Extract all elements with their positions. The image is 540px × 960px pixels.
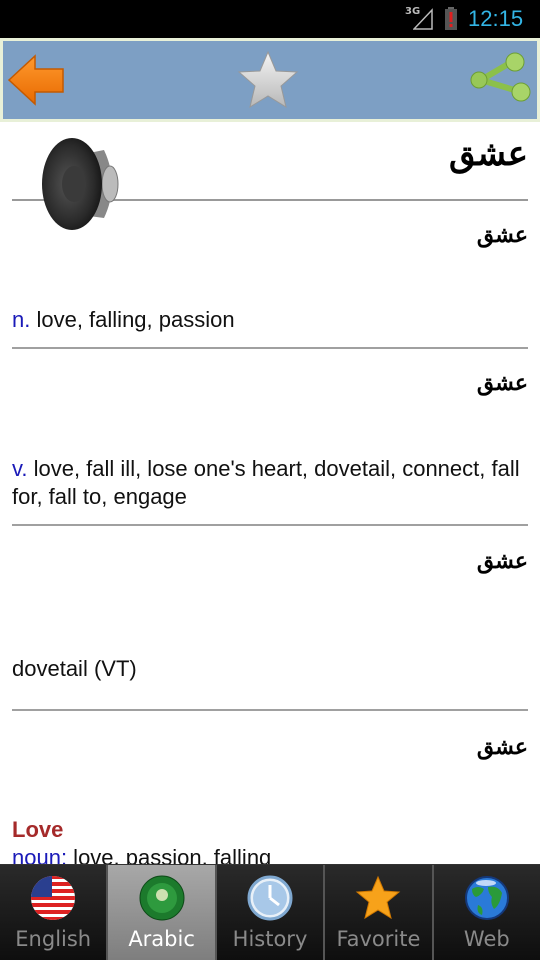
tab-label: Favorite [336, 927, 421, 951]
tab-web[interactable]: Web [433, 865, 540, 960]
definition-text: love, falling, passion [30, 307, 235, 332]
clock-time: 12:15 [468, 6, 524, 31]
toolbar [0, 38, 540, 122]
tab-label: Web [463, 927, 510, 951]
entry-2: عشق v. love, fall ill, lose one's heart,… [12, 370, 528, 530]
definition-text: love, passion, falling [67, 845, 272, 864]
status-bar: 3G 12:15 [0, 0, 540, 38]
part-of-speech: n. [12, 307, 31, 332]
tab-label: English [15, 927, 92, 951]
speaker-icon [42, 138, 119, 230]
tab-english[interactable]: English [0, 865, 109, 960]
us-flag-icon [31, 876, 76, 920]
entry-3: عشق dovetail (VT) [12, 548, 528, 718]
entry-arabic: عشق [476, 370, 528, 396]
entry-definition: dovetail (VT) [12, 655, 528, 683]
bottom-tab-bar: English Arabic History Favorite Web [0, 864, 540, 960]
part-of-speech: v. [12, 456, 28, 481]
back-arrow-icon [7, 54, 64, 106]
divider [12, 524, 528, 526]
divider [12, 347, 528, 349]
tab-favorite[interactable]: Favorite [325, 865, 434, 960]
entry-definition: v. love, fall ill, lose one's heart, dov… [12, 455, 528, 511]
entry-title: Love [12, 817, 64, 842]
share-icon [470, 52, 531, 102]
definition-content[interactable]: عشق عشق n. love, falling, passion عشق v.… [0, 122, 540, 864]
definition-text: love, fall ill, lose one's heart, doveta… [12, 456, 520, 509]
share-button[interactable] [465, 41, 535, 119]
tab-history[interactable]: History [216, 865, 326, 960]
headword: عشق [449, 134, 528, 174]
part-of-speech-link[interactable]: noun: [12, 845, 67, 864]
pronounce-button[interactable] [38, 136, 122, 232]
entry-arabic: عشق [476, 548, 528, 574]
globe-icon [464, 876, 509, 920]
entry-arabic: عشق [476, 734, 528, 760]
entry-definition: n. love, falling, passion [12, 306, 528, 334]
clock-icon [247, 875, 293, 921]
entry-1: عشق n. love, falling, passion [12, 222, 528, 352]
battery-alert-icon [445, 7, 457, 30]
entry-4: عشق Love noun: love, passion, falling [12, 734, 528, 864]
tab-label: Arabic [128, 927, 195, 951]
entry-arabic: عشق [476, 222, 528, 248]
star-icon [356, 875, 401, 920]
favorite-toggle-button[interactable] [235, 41, 301, 119]
tab-arabic[interactable]: Arabic [108, 865, 217, 960]
toolbar-background [3, 41, 537, 119]
tab-label: History [232, 927, 308, 951]
definition-text: dovetail (VT) [12, 656, 137, 681]
signal-icon [413, 8, 433, 30]
arab-league-icon [139, 875, 185, 921]
back-button[interactable] [5, 41, 67, 119]
star-icon [237, 50, 299, 109]
entry-definition: Love noun: love, passion, falling [12, 816, 528, 864]
divider [12, 709, 528, 711]
